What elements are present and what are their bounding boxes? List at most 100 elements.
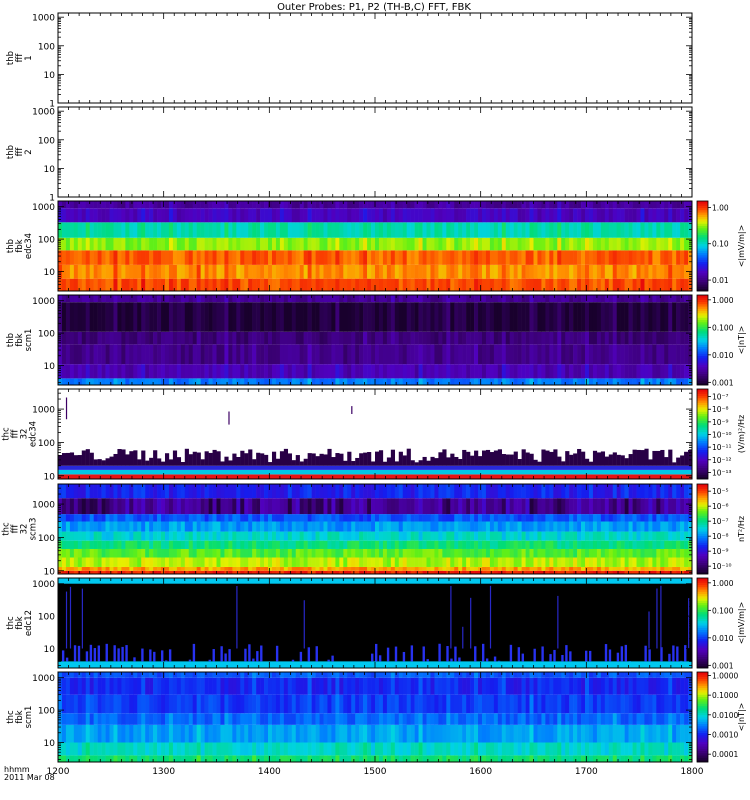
spectrogram-cell bbox=[371, 498, 376, 515]
spectrogram-cell bbox=[668, 378, 673, 385]
spectrogram-cell bbox=[378, 331, 384, 345]
spectrogram-cell bbox=[398, 484, 404, 499]
spectrogram-cell bbox=[398, 302, 404, 332]
spectrogram-cell bbox=[573, 540, 578, 549]
spectrogram-cell bbox=[168, 208, 174, 223]
spectrogram-cell bbox=[295, 278, 301, 291]
spectrogram-cell bbox=[501, 264, 507, 279]
spectrogram-cell bbox=[339, 208, 344, 223]
spectrogram-cell bbox=[664, 344, 669, 365]
spectrogram-cell bbox=[660, 295, 665, 303]
spectrogram-cell bbox=[196, 378, 201, 385]
spectrogram-cell bbox=[668, 566, 673, 571]
spectrogram-cell bbox=[517, 566, 522, 571]
spectrogram-cell bbox=[422, 222, 427, 238]
spectrogram-cell bbox=[81, 378, 87, 385]
spectrogram-cell bbox=[260, 208, 265, 223]
spectrogram-cell bbox=[394, 222, 400, 238]
spectrogram-cell bbox=[430, 566, 435, 571]
panel-stack: 1101001000thbfff11101001000thbfff2101001… bbox=[2, 12, 746, 763]
spectrogram-cell bbox=[81, 237, 87, 251]
spectrogram-cell bbox=[212, 557, 217, 567]
colorbar-swatch bbox=[697, 449, 708, 453]
spectrogram-cell bbox=[299, 378, 304, 385]
spectrogram-cell bbox=[299, 250, 304, 265]
spectrogram-cell bbox=[462, 484, 467, 499]
spectrogram-cell bbox=[295, 250, 301, 265]
spectrogram-cell bbox=[604, 531, 610, 541]
spectrogram-cell bbox=[327, 531, 332, 541]
spectrogram-cell bbox=[493, 566, 499, 571]
spectrogram-cell bbox=[105, 237, 110, 251]
spectrogram-cell bbox=[414, 521, 419, 532]
spectrogram-cell bbox=[501, 566, 507, 571]
spectrogram-cell bbox=[422, 250, 427, 265]
spectrogram-cell bbox=[632, 378, 637, 385]
spectrogram-cell bbox=[283, 222, 289, 238]
spectrogram-cell bbox=[208, 557, 213, 567]
spectrogram-cell bbox=[347, 237, 352, 251]
spectrogram-cell bbox=[145, 264, 150, 279]
spectrogram-cell bbox=[398, 331, 404, 345]
spectrogram-cell bbox=[216, 521, 221, 532]
spectrogram-cell bbox=[264, 278, 269, 291]
spectrogram-cell bbox=[355, 222, 360, 238]
spectrogram-cell bbox=[331, 295, 336, 303]
spectrogram-cell bbox=[184, 222, 190, 238]
spectrogram-cell bbox=[648, 566, 653, 571]
spectrogram-cell bbox=[422, 566, 427, 571]
spectrogram-cell bbox=[212, 514, 217, 522]
spectrogram-cell bbox=[363, 514, 368, 522]
spectrogram-cell bbox=[295, 378, 301, 385]
spectrogram-cell bbox=[355, 237, 360, 251]
spectrogram-cell bbox=[378, 295, 384, 303]
spectrogram-cell bbox=[168, 566, 174, 571]
spectrogram-cell bbox=[256, 250, 261, 265]
spectrogram-cell bbox=[406, 201, 411, 209]
spectrogram-cell bbox=[632, 498, 637, 515]
spectrogram-cell bbox=[256, 540, 261, 549]
spectrogram-cell bbox=[228, 557, 233, 567]
spectrogram-cell bbox=[497, 222, 503, 238]
spectrogram-cell bbox=[382, 222, 388, 238]
spectrogram-cell bbox=[481, 222, 487, 238]
y-axis-label: thbfbkedc34 bbox=[6, 233, 34, 259]
spectrogram-cell bbox=[204, 566, 209, 571]
spectrogram-cell bbox=[478, 531, 483, 541]
spectrogram-cell bbox=[137, 237, 142, 251]
spectrogram-cell bbox=[109, 484, 114, 499]
spectrogram-cell bbox=[533, 331, 538, 345]
colorbar-swatch bbox=[697, 393, 708, 397]
spectrogram-cell bbox=[612, 378, 618, 385]
spectrogram-cell bbox=[644, 531, 649, 541]
spectrogram-cell bbox=[248, 344, 253, 365]
spectrogram-cell bbox=[684, 278, 689, 291]
spectrogram-cell bbox=[228, 364, 233, 379]
spectrogram-cell bbox=[351, 222, 356, 238]
spectrogram-cell bbox=[596, 331, 602, 345]
spectrogram-cell bbox=[672, 378, 677, 385]
spectrogram-cell bbox=[640, 222, 645, 238]
colorbar-tick-label: 10⁻⁹ bbox=[712, 418, 729, 427]
spectrogram-cell bbox=[577, 521, 582, 532]
spectrogram-cell bbox=[224, 548, 229, 558]
spectrogram-cell bbox=[176, 250, 182, 265]
spectrogram-cell bbox=[184, 264, 190, 279]
spectrogram-cell bbox=[600, 378, 606, 385]
spectrogram-cell bbox=[224, 302, 229, 332]
spectrogram-cell bbox=[596, 278, 602, 291]
spectrogram-cell bbox=[549, 378, 554, 385]
spectrogram-cell bbox=[485, 222, 491, 238]
spectrogram-cell bbox=[192, 521, 197, 532]
spectrogram-cell bbox=[367, 514, 372, 522]
spectrogram-cell bbox=[430, 208, 435, 223]
spectrogram-cell bbox=[521, 364, 526, 379]
spectrogram-cell bbox=[652, 498, 657, 515]
spectrogram bbox=[58, 201, 693, 291]
spectrogram-cell bbox=[489, 302, 495, 332]
spectrogram-cell bbox=[137, 364, 142, 379]
spectrogram-cell bbox=[216, 278, 221, 291]
spectrogram-cell bbox=[141, 498, 146, 515]
spectrogram-cell bbox=[224, 344, 229, 365]
spectrogram-cell bbox=[628, 540, 633, 549]
